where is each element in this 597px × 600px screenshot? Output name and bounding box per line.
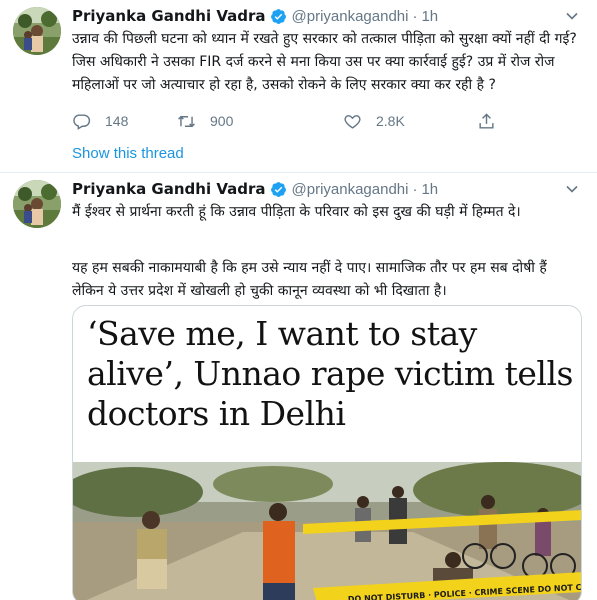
tweet-header: Priyanka Gandhi Vadra @priyankagandhi · … xyxy=(72,6,438,26)
link-card[interactable]: ‘Save me, I want to stay alive’, Unnao r… xyxy=(72,305,582,600)
card-headline: ‘Save me, I want to stay alive’, Unnao r… xyxy=(87,314,573,433)
like-icon xyxy=(344,114,361,129)
show-thread-link[interactable]: Show this thread xyxy=(72,145,184,162)
tweet-timestamp[interactable]: 1h xyxy=(421,181,438,198)
tweet-text: उन्नाव की पिछली घटना को ध्यान में रखते ह… xyxy=(72,31,577,93)
chevron-down-icon[interactable] xyxy=(565,181,579,195)
tweet-timestamp[interactable]: 1h xyxy=(421,8,438,25)
share-button[interactable] xyxy=(477,110,510,132)
verified-badge-icon xyxy=(270,181,287,198)
verified-badge-icon xyxy=(270,8,287,25)
retweet-button[interactable]: 900 xyxy=(177,110,233,132)
chevron-down-icon[interactable] xyxy=(565,8,579,22)
avatar[interactable] xyxy=(13,180,61,228)
like-count: 2.8K xyxy=(376,113,405,129)
reply-button[interactable]: 148 xyxy=(72,110,128,132)
tweet-actions: 148 900 2.8K xyxy=(72,110,512,132)
separator-dot: · xyxy=(412,7,418,25)
author-name[interactable]: Priyanka Gandhi Vadra xyxy=(72,7,266,25)
author-handle[interactable]: @priyankagandhi xyxy=(292,8,409,25)
tweet-text-paragraph: मैं ईश्वर से प्रार्थना करती हूं कि उन्ना… xyxy=(72,204,521,220)
reply-icon xyxy=(73,113,91,130)
retweet-count: 900 xyxy=(210,113,234,129)
tweet[interactable]: Priyanka Gandhi Vadra @priyankagandhi · … xyxy=(0,0,597,173)
card-photo: DO NOT DISTURB · POLICE · CRIME SCENE DO… xyxy=(73,462,581,600)
retweet-icon xyxy=(178,115,195,127)
separator-dot: · xyxy=(412,180,418,198)
tweet-header: Priyanka Gandhi Vadra @priyankagandhi · … xyxy=(72,179,438,199)
tweet[interactable]: Priyanka Gandhi Vadra @priyankagandhi · … xyxy=(0,173,597,600)
tweet-text-paragraph: यह हम सबकी नाकामयाबी है कि हम उसे न्याय … xyxy=(72,260,547,299)
like-button[interactable]: 2.8K xyxy=(343,110,405,132)
author-handle[interactable]: @priyankagandhi xyxy=(292,181,409,198)
author-name[interactable]: Priyanka Gandhi Vadra xyxy=(72,180,266,198)
share-icon xyxy=(479,112,494,129)
reply-count: 148 xyxy=(105,113,129,129)
avatar[interactable] xyxy=(13,7,61,55)
